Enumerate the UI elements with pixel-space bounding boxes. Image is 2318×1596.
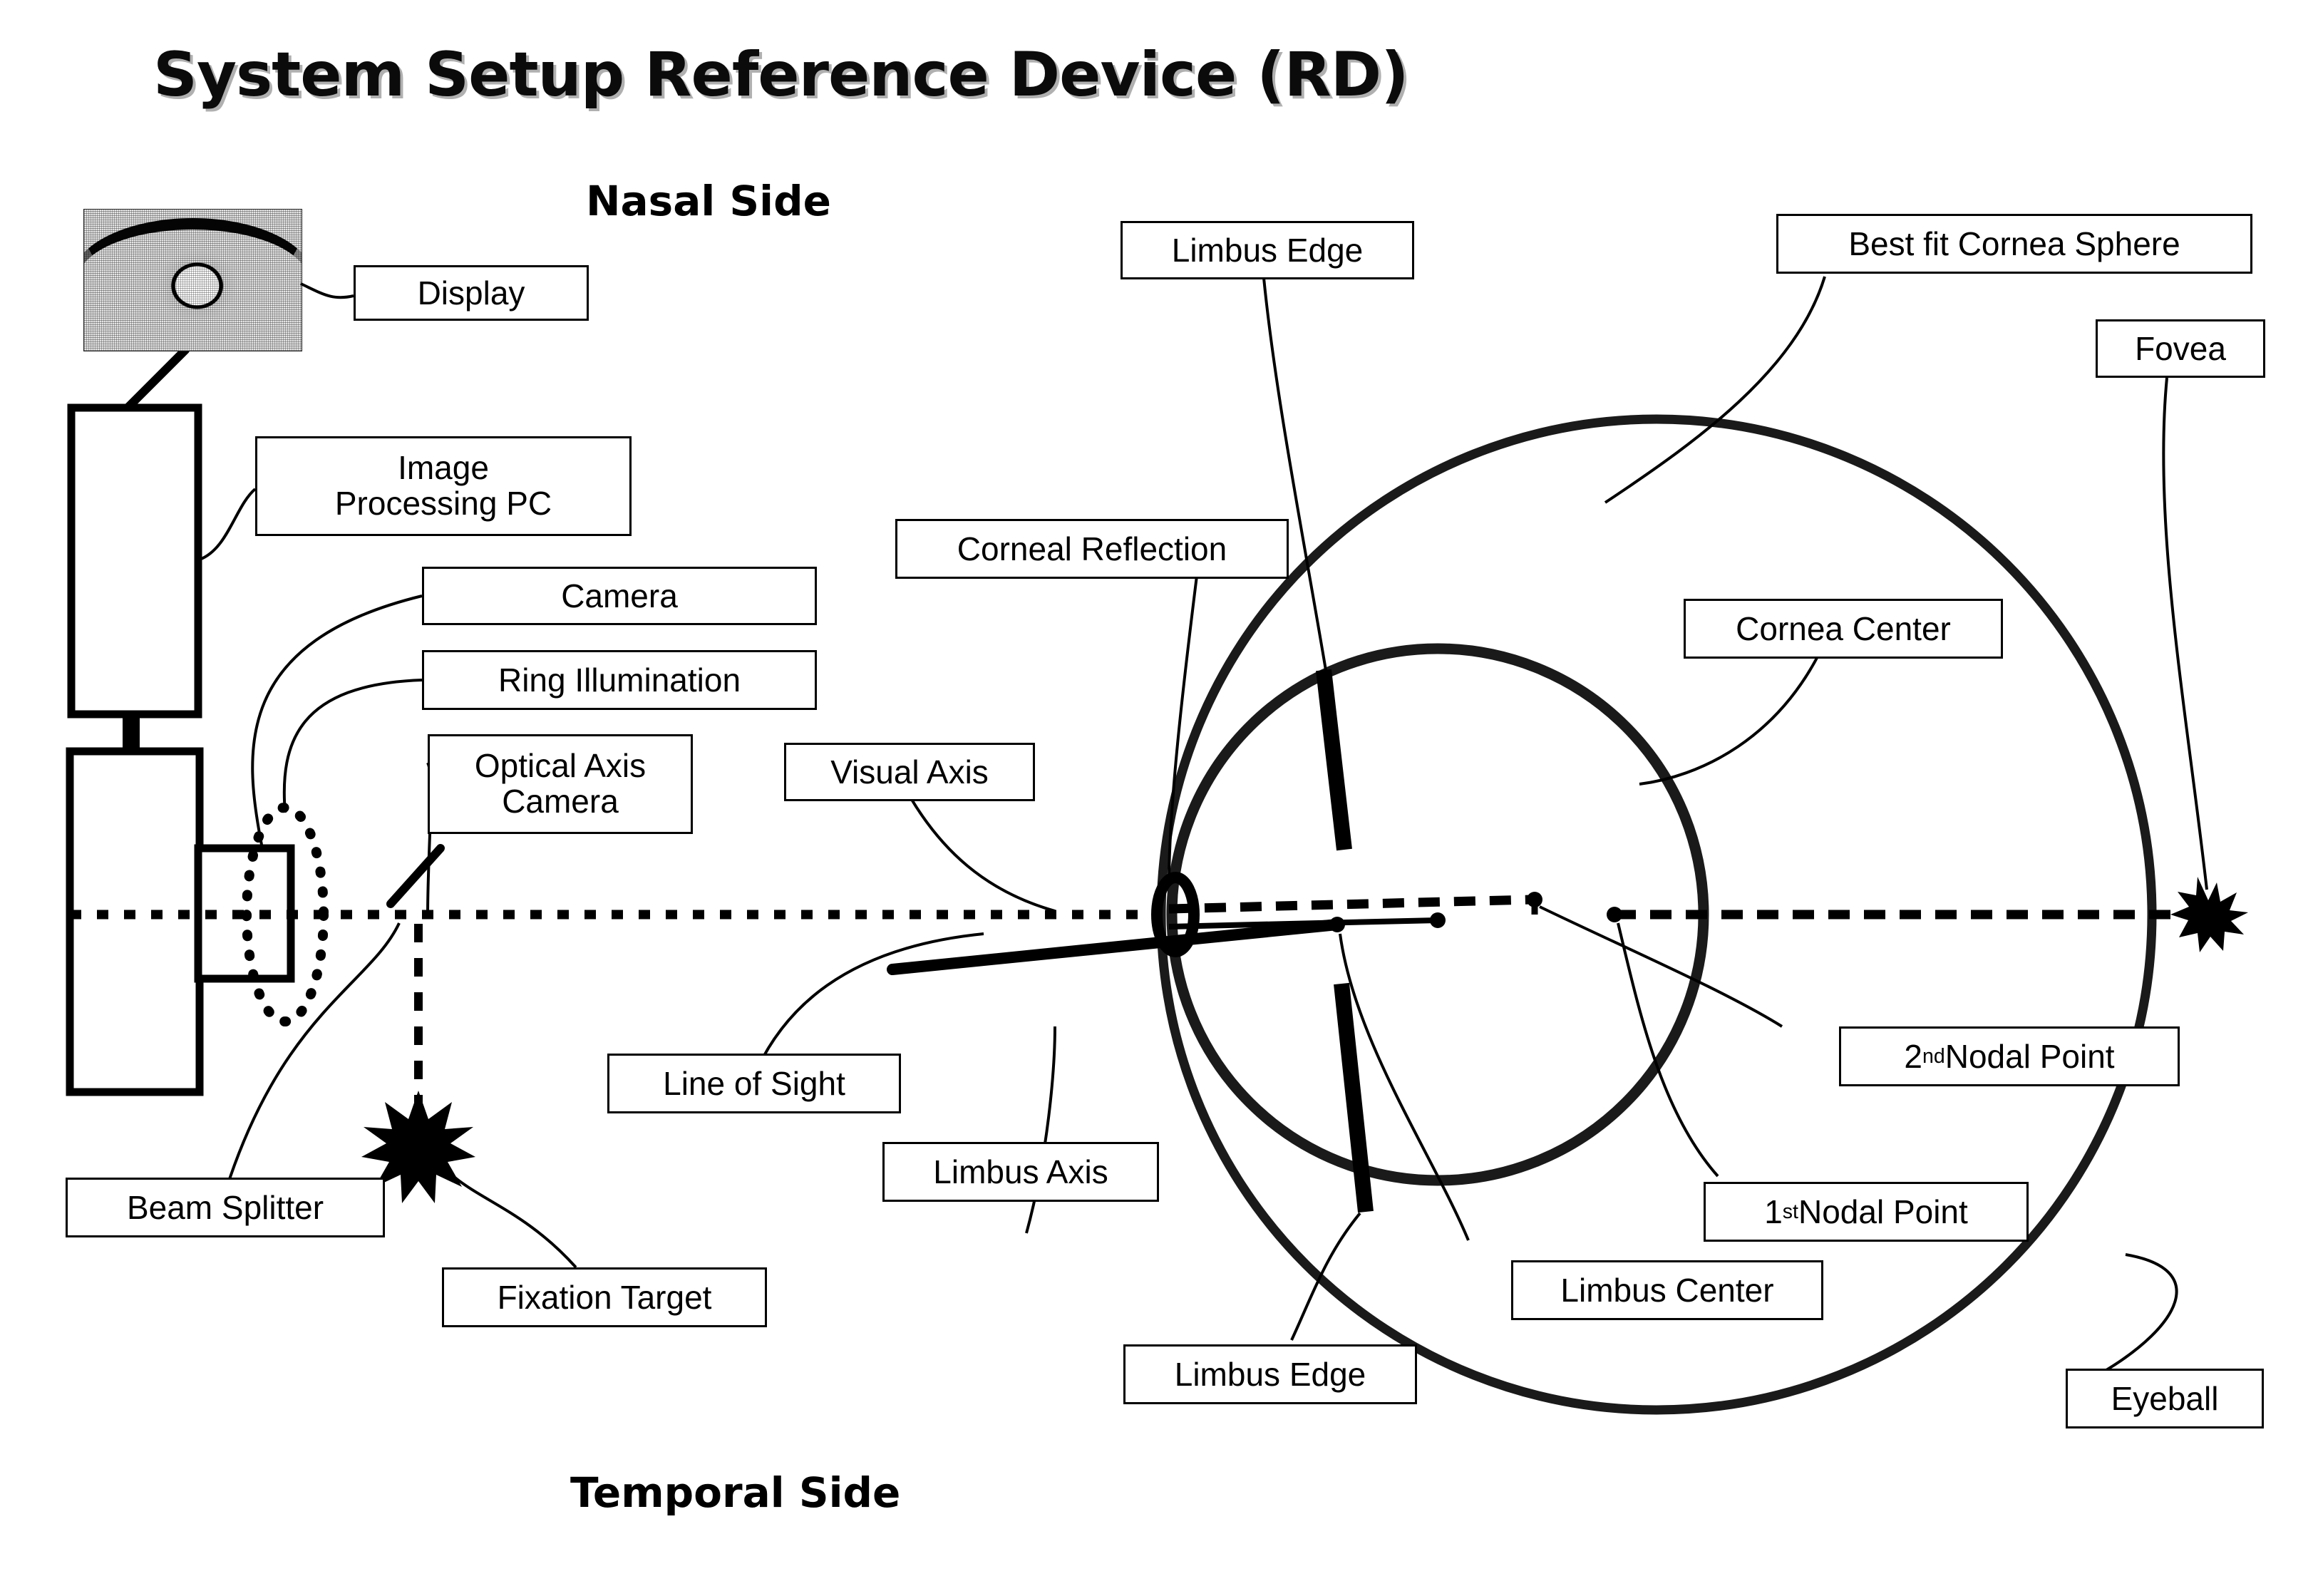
leader-first-nodal-point (1617, 922, 1719, 1178)
callout-optical-axis-camera-line1: Optical Axis (474, 747, 647, 785)
leader-visual-axis (910, 797, 1056, 912)
callout-cornea-center[interactable]: Cornea Center (1684, 599, 2003, 659)
leader-eyeball (2101, 1253, 2178, 1374)
leader-second-nodal-point (1539, 905, 1783, 1028)
diagram-page: System Setup Reference Device (RD) Nasal… (0, 0, 2318, 1596)
callout-limbus-center[interactable]: Limbus Center (1511, 1260, 1823, 1320)
callout-beam-splitter[interactable]: Beam Splitter (66, 1178, 385, 1237)
callout-first-nodal-point-number: 1 (1764, 1193, 1783, 1230)
callout-eyeball[interactable]: Eyeball (2066, 1369, 2264, 1428)
callout-limbus-axis[interactable]: Limbus Axis (882, 1142, 1159, 1202)
leader-camera (251, 594, 423, 849)
callout-fixation-target[interactable]: Fixation Target (442, 1267, 767, 1327)
callout-first-nodal-point[interactable]: 1st Nodal Point (1704, 1182, 2029, 1242)
leader-limbus-axis (1025, 1026, 1056, 1234)
leader-limbus-edge-bottom (1290, 1212, 1361, 1341)
leader-best-fit-cornea-sphere (1604, 276, 1826, 504)
callout-display[interactable]: Display (354, 265, 589, 321)
callout-optical-axis-camera[interactable]: Optical Axis Camera (428, 734, 693, 834)
leader-ring-illumination (282, 679, 423, 813)
callout-camera[interactable]: Camera (422, 567, 817, 625)
leader-fovea (2162, 377, 2208, 890)
leader-line-of-sight (756, 932, 984, 1070)
callout-second-nodal-point-rest: Nodal Point (1944, 1037, 2115, 1075)
leader-beam-splitter (227, 922, 401, 1184)
callout-line-of-sight[interactable]: Line of Sight (607, 1054, 901, 1113)
callout-corneal-reflection[interactable]: Corneal Reflection (895, 519, 1289, 579)
callout-fovea[interactable]: Fovea (2096, 319, 2265, 378)
callout-limbus-edge-top[interactable]: Limbus Edge (1121, 221, 1414, 279)
callout-best-fit-cornea-sphere[interactable]: Best fit Cornea Sphere (1776, 214, 2252, 274)
leader-limbus-edge-top (1262, 277, 1329, 679)
callout-limbus-edge-bottom[interactable]: Limbus Edge (1123, 1344, 1417, 1404)
callout-ring-illumination[interactable]: Ring Illumination (422, 650, 817, 710)
leader-display (300, 282, 354, 299)
callout-optical-axis-camera-line2: Camera (502, 783, 619, 820)
leader-limbus-center (1339, 933, 1470, 1241)
callout-image-processing-pc-line2: Processing PC (334, 485, 552, 522)
leader-corneal-reflection (1168, 570, 1199, 885)
callout-second-nodal-point-number: 2 (1904, 1037, 1923, 1075)
leader-fixation-target (428, 1147, 577, 1269)
leader-image-processing-pc (199, 488, 257, 561)
callout-second-nodal-point[interactable]: 2nd Nodal Point (1839, 1026, 2180, 1086)
callout-visual-axis[interactable]: Visual Axis (784, 743, 1035, 801)
callout-image-processing-pc[interactable]: Image Processing PC (255, 436, 632, 536)
callout-image-processing-pc-line1: Image (398, 449, 489, 487)
callout-first-nodal-point-rest: Nodal Point (1798, 1193, 1968, 1230)
